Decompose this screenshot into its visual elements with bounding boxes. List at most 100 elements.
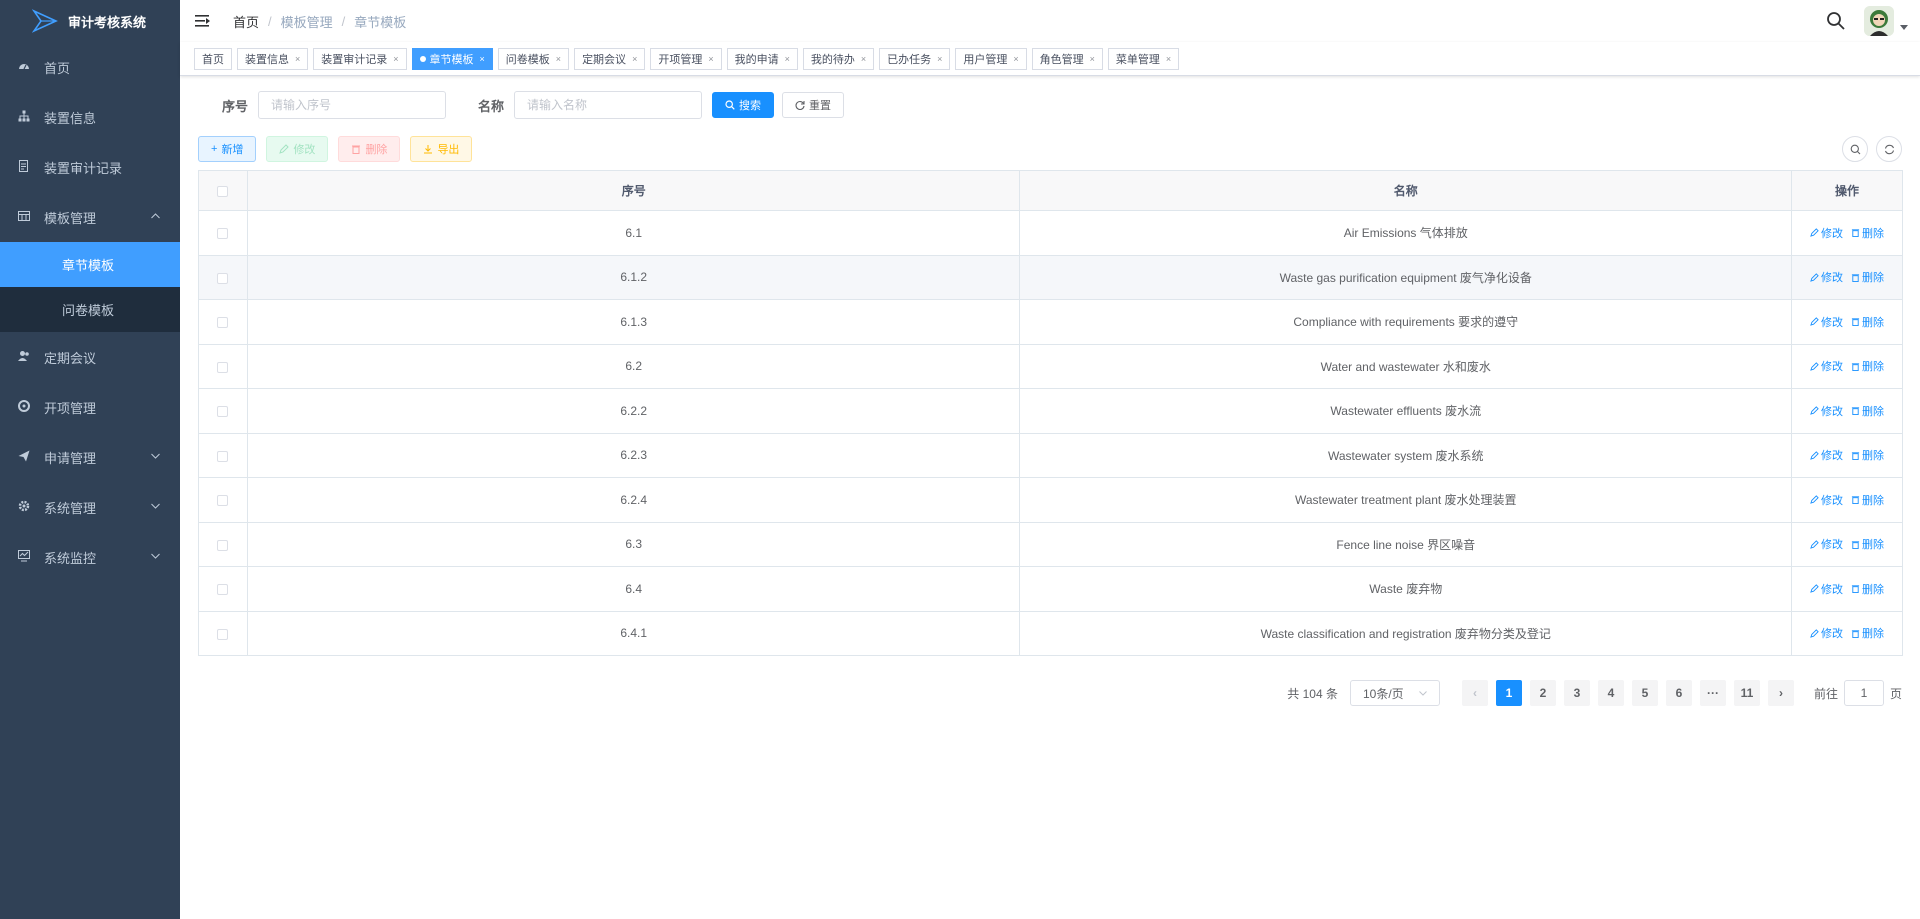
- sidebar-subitem[interactable]: 章节模板: [0, 242, 180, 287]
- row-checkbox[interactable]: [217, 406, 229, 418]
- tab-tag[interactable]: 开项管理 ×: [650, 47, 722, 70]
- row-edit-button[interactable]: 修改: [1810, 581, 1843, 597]
- breadcrumb-item[interactable]: 首页: [233, 12, 259, 31]
- row-checkbox[interactable]: [217, 450, 229, 462]
- toggle-search-button[interactable]: [1842, 136, 1868, 162]
- search-button[interactable]: 搜索: [712, 92, 775, 118]
- sidebar-item[interactable]: 系统管理: [0, 482, 180, 532]
- tab-tag[interactable]: 用户管理 ×: [955, 47, 1027, 70]
- row-edit-button[interactable]: 修改: [1810, 625, 1843, 641]
- row-checkbox[interactable]: [217, 272, 229, 284]
- tab-tag[interactable]: 首页: [194, 47, 232, 70]
- add-button[interactable]: + 新增: [198, 136, 257, 162]
- row-delete-button[interactable]: 删除: [1851, 492, 1884, 508]
- row-edit-button[interactable]: 修改: [1810, 358, 1843, 374]
- close-icon[interactable]: ×: [480, 54, 485, 64]
- page-button[interactable]: 5: [1631, 680, 1658, 706]
- row-delete-button[interactable]: 删除: [1851, 447, 1884, 463]
- tab-tag[interactable]: 角色管理 ×: [1031, 47, 1103, 70]
- close-icon[interactable]: ×: [393, 54, 398, 64]
- row-checkbox[interactable]: [217, 628, 229, 640]
- edit-button[interactable]: 修改: [266, 136, 329, 162]
- row-edit-button[interactable]: 修改: [1810, 536, 1843, 552]
- caret-down-icon[interactable]: [1900, 24, 1908, 30]
- delete-button[interactable]: 删除: [338, 136, 401, 162]
- tab-tag[interactable]: 定期会议 ×: [574, 47, 646, 70]
- tab-tag[interactable]: 问卷模板 ×: [497, 47, 570, 70]
- sidebar-item[interactable]: 模板管理: [0, 192, 180, 242]
- tab-tag[interactable]: 我的待办 ×: [802, 47, 875, 70]
- close-icon[interactable]: ×: [1166, 54, 1171, 64]
- row-delete-button[interactable]: 删除: [1851, 403, 1884, 419]
- close-icon[interactable]: ×: [1013, 54, 1018, 64]
- tab-tag[interactable]: 已办任务 ×: [879, 47, 951, 70]
- table-row[interactable]: 6.1.2 Waste gas purification equipment 废气…: [198, 254, 1903, 300]
- row-checkbox[interactable]: [217, 539, 229, 551]
- close-icon[interactable]: ×: [708, 54, 713, 64]
- table-row[interactable]: 6.1.3 Compliance with requirements 要求的遵守修…: [198, 299, 1903, 345]
- reset-button[interactable]: 重置: [782, 92, 845, 118]
- select-all-checkbox[interactable]: [217, 185, 229, 197]
- close-icon[interactable]: ×: [556, 54, 561, 64]
- table-row[interactable]: 6.2 Water and wastewater 水和废水 修改 删除: [198, 343, 1903, 389]
- row-delete-button[interactable]: 删除: [1851, 536, 1884, 552]
- tab-tag[interactable]: 章节模板 ×: [411, 47, 493, 70]
- hamburger-icon[interactable]: [195, 14, 211, 28]
- row-delete-button[interactable]: 删除: [1851, 581, 1884, 597]
- row-edit-button[interactable]: 修改: [1810, 403, 1843, 419]
- page-button[interactable]: 11: [1733, 680, 1760, 706]
- page-button[interactable]: 6: [1665, 680, 1692, 706]
- row-delete-button[interactable]: 删除: [1851, 225, 1884, 241]
- page-button[interactable]: 1: [1495, 680, 1522, 706]
- sidebar-item[interactable]: 定期会议: [0, 332, 180, 382]
- seq-input[interactable]: [258, 91, 447, 119]
- table-row[interactable]: 6.2.4 Wastewater treatment plant 废水处理装置 修改…: [198, 477, 1903, 523]
- prev-page-button[interactable]: ‹: [1461, 680, 1488, 706]
- tab-tag[interactable]: 菜单管理 ×: [1107, 47, 1180, 70]
- row-checkbox[interactable]: [217, 317, 229, 329]
- close-icon[interactable]: ×: [861, 54, 866, 64]
- avatar[interactable]: [1864, 6, 1894, 36]
- tab-tag[interactable]: 装置审计记录 ×: [313, 47, 407, 70]
- tab-tag[interactable]: 我的申请 ×: [726, 47, 798, 70]
- close-icon[interactable]: ×: [1090, 54, 1095, 64]
- page-button[interactable]: 3: [1563, 680, 1590, 706]
- row-delete-button[interactable]: 删除: [1851, 358, 1884, 374]
- page-button[interactable]: 2: [1529, 680, 1556, 706]
- sidebar-item[interactable]: 系统监控: [0, 532, 180, 582]
- more-pages-button[interactable]: ···: [1699, 680, 1726, 706]
- row-delete-button[interactable]: 删除: [1851, 269, 1884, 285]
- table-row[interactable]: 6.3 Fence line noise 界区噪音 修改 删除: [198, 521, 1903, 567]
- close-icon[interactable]: ×: [295, 54, 300, 64]
- search-icon[interactable]: [1826, 11, 1846, 31]
- sidebar-item[interactable]: 开项管理: [0, 382, 180, 432]
- refresh-button[interactable]: [1876, 136, 1902, 162]
- table-row[interactable]: 6.4.1 Waste classification and registrati…: [198, 610, 1903, 656]
- name-input[interactable]: [514, 91, 703, 119]
- row-edit-button[interactable]: 修改: [1810, 314, 1843, 330]
- close-icon[interactable]: ×: [632, 54, 637, 64]
- row-edit-button[interactable]: 修改: [1810, 447, 1843, 463]
- row-edit-button[interactable]: 修改: [1810, 269, 1843, 285]
- row-delete-button[interactable]: 删除: [1851, 625, 1884, 641]
- page-size-select[interactable]: 10条/页: [1349, 680, 1440, 706]
- row-checkbox[interactable]: [217, 361, 229, 373]
- table-row[interactable]: 6.1 Air Emissions 气体排放 修改 删除: [198, 210, 1903, 256]
- table-row[interactable]: 6.4 Waste 废弃物 修改 删除: [198, 566, 1903, 612]
- row-checkbox[interactable]: [217, 495, 229, 507]
- row-edit-button[interactable]: 修改: [1810, 492, 1843, 508]
- tab-tag[interactable]: 装置信息 ×: [237, 47, 309, 70]
- export-button[interactable]: 导出: [410, 136, 473, 162]
- goto-page-input[interactable]: [1843, 680, 1884, 706]
- table-row[interactable]: 6.2.2 Wastewater effluents 废水流 修改 删除: [198, 388, 1903, 434]
- row-delete-button[interactable]: 删除: [1851, 314, 1884, 330]
- row-checkbox[interactable]: [217, 228, 229, 240]
- next-page-button[interactable]: ›: [1767, 680, 1794, 706]
- sidebar-item[interactable]: 装置审计记录: [0, 142, 180, 192]
- logo[interactable]: 审计考核系统: [0, 0, 180, 42]
- page-button[interactable]: 4: [1597, 680, 1624, 706]
- table-row[interactable]: 6.2.3 Wastewater system 废水系统 修改 删除: [198, 432, 1903, 478]
- sidebar-item[interactable]: 首页: [0, 42, 180, 92]
- close-icon[interactable]: ×: [937, 54, 942, 64]
- sidebar-item[interactable]: 装置信息: [0, 92, 180, 142]
